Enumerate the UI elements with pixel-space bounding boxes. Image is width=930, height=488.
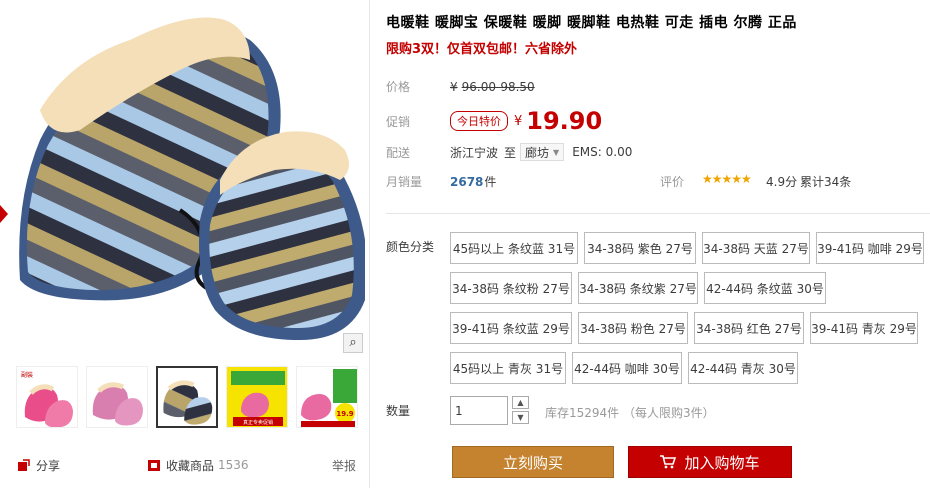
favorite-label: 收藏商品 <box>166 458 215 473</box>
favorite-icon <box>148 460 161 471</box>
ems-fee: EMS: 0.00 <box>572 145 633 159</box>
color-option[interactable]: 39-41码 青灰 29号 <box>810 312 918 344</box>
gallery: ⌕ 副裝 真正专卖促销 19.9 分享 收藏商品 1536 举报 <box>0 0 368 488</box>
cart-icon <box>660 455 677 469</box>
sales-unit: 件 <box>484 175 497 189</box>
ship-to-label: 至 <box>504 145 517 160</box>
thumbnail-strip: 副裝 真正专卖促销 19.9 <box>10 366 365 432</box>
color-option[interactable]: 45码以上 青灰 31号 <box>450 352 566 384</box>
sales-count: 2678 <box>450 174 484 189</box>
stock-info: 库存15294件 （每人限购3件） <box>545 406 715 420</box>
thumbnail-5[interactable]: 19.9 <box>296 366 358 428</box>
star-rating-icon: ★★★★★ <box>702 172 752 186</box>
quantity-decrease-icon[interactable]: ▼ <box>512 411 529 424</box>
review-count-link[interactable]: 累计34条 <box>800 173 851 190</box>
rating-label: 评价 <box>660 175 685 189</box>
thumbnail-3-selected[interactable] <box>156 366 218 428</box>
thumb4-text: 真正专卖促销 <box>243 419 273 426</box>
color-option[interactable]: 39-41码 条纹蓝 29号 <box>450 312 572 344</box>
color-option[interactable]: 34-38码 红色 27号 <box>694 312 804 344</box>
color-option[interactable]: 34-38码 条纹粉 27号 <box>450 272 572 304</box>
share-icon <box>18 459 30 471</box>
destination-select[interactable]: 廊坊 ▼ <box>520 143 565 161</box>
color-label: 颜色分类 <box>386 240 435 254</box>
favorite-link[interactable]: 收藏商品 1536 <box>148 457 249 474</box>
color-option[interactable]: 34-38码 条纹紫 27号 <box>578 272 698 304</box>
color-option[interactable]: 42-44码 条纹蓝 30号 <box>704 272 826 304</box>
add-to-cart-button[interactable]: 加入购物车 <box>628 446 792 478</box>
color-option[interactable]: 45码以上 条纹蓝 31号 <box>450 232 578 264</box>
promo-price-row: 促销 今日特价 ¥ 19.90 <box>386 106 602 136</box>
sales-label: 月销量 <box>386 175 423 189</box>
shipping-label: 配送 <box>386 145 411 160</box>
social-bar: 分享 收藏商品 1536 举报 <box>18 456 356 474</box>
original-price: ¥96.00-98.50 <box>450 79 535 94</box>
report-link[interactable]: 举报 <box>332 457 356 474</box>
color-option[interactable]: 34-38码 紫色 27号 <box>584 232 696 264</box>
quantity-label: 数量 <box>386 404 411 418</box>
promo-price-label: 促销 <box>386 114 411 129</box>
promo-text: 限购3双！仅首双包邮！六省除外 <box>386 42 578 57</box>
currency-symbol: ¥ <box>514 113 523 129</box>
thumb1-label: 副裝 <box>21 371 33 379</box>
thumbnail-1[interactable]: 副裝 <box>16 366 78 428</box>
rating-score: 4.9分 <box>766 175 798 189</box>
divider <box>369 0 370 488</box>
sales-row: 月销量 2678 件 <box>386 173 496 190</box>
price-label: 价格 <box>386 80 411 94</box>
today-special-tag: 今日特价 <box>450 111 508 131</box>
color-option[interactable]: 34-38码 天蓝 27号 <box>702 232 810 264</box>
add-to-cart-label: 加入购物车 <box>684 453 760 472</box>
chevron-down-icon: ▼ <box>553 147 560 157</box>
thumbnail-2[interactable] <box>86 366 148 428</box>
thumb5-price: 19.9 <box>336 410 353 418</box>
quantity-increase-icon[interactable]: ▲ <box>512 396 529 409</box>
product-title: 电暖鞋 暖脚宝 保暖鞋 暖脚 暖脚鞋 电热鞋 可走 插电 尔腾 正品 <box>386 15 797 31</box>
buy-now-button[interactable]: 立刻购买 <box>452 446 614 478</box>
quantity-input[interactable] <box>450 396 508 425</box>
thumbnail-4[interactable]: 真正专卖促销 <box>226 366 288 428</box>
main-product-image[interactable]: ⌕ <box>10 0 365 355</box>
color-option[interactable]: 42-44码 青灰 30号 <box>688 352 798 384</box>
prev-arrow-icon[interactable] <box>0 205 8 223</box>
favorite-count: 1536 <box>218 458 249 472</box>
magnifier-icon[interactable]: ⌕ <box>343 333 363 353</box>
share-label: 分享 <box>36 458 61 473</box>
section-divider <box>386 213 930 214</box>
color-option[interactable]: 39-41码 咖啡 29号 <box>816 232 924 264</box>
ship-from: 浙江宁波 <box>450 145 499 160</box>
shipping-row: 配送 浙江宁波 至 廊坊 ▼ EMS: 0.00 <box>386 143 632 161</box>
promo-price: 19.90 <box>526 107 603 135</box>
color-option[interactable]: 42-44码 咖啡 30号 <box>572 352 682 384</box>
color-option[interactable]: 34-38码 粉色 27号 <box>578 312 688 344</box>
price-row: 价格 ¥96.00-98.50 <box>386 78 535 95</box>
share-link[interactable]: 分享 <box>18 457 60 474</box>
